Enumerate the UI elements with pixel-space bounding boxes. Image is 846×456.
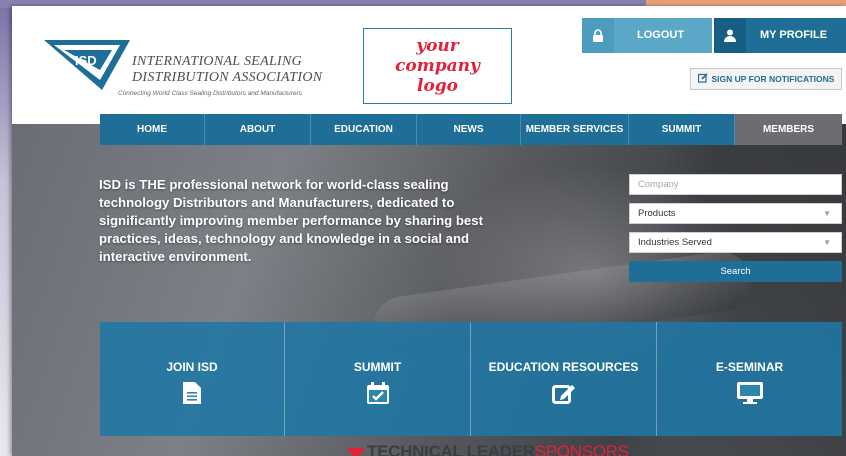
nav-about[interactable]: ABOUT	[205, 114, 311, 145]
nav-members[interactable]: MEMBERS	[735, 114, 842, 145]
edit-icon	[471, 382, 656, 404]
tile-education-resources[interactable]: EDUCATION RESOURCES	[471, 322, 657, 436]
sign-up-notifications-button[interactable]: SIGN UP FOR NOTIFICATIONS	[690, 68, 842, 90]
nav-summit[interactable]: SUMMIT	[629, 114, 735, 145]
products-select[interactable]: Products ▼	[629, 203, 842, 224]
industries-select-value: Industries Served	[638, 237, 712, 248]
sponsors-heading-part1: TECHNICAL LEADER	[367, 442, 535, 456]
tile-label: E-SEMINAR	[715, 360, 784, 374]
logo-line1: INTERNATIONAL SEALING	[132, 54, 303, 69]
logo-line2: DISTRIBUTION ASSOCIATION	[132, 70, 323, 85]
chevron-down-icon: ▼	[823, 209, 831, 218]
website-page: ISD INTERNATIONAL SEALING DISTRIBUTION A…	[12, 6, 846, 456]
tile-summit[interactable]: SUMMIT	[285, 322, 471, 436]
member-search-form: Company Products ▼ Industries Served ▼ S…	[629, 174, 842, 282]
industries-select[interactable]: Industries Served ▼	[629, 232, 842, 253]
chevron-down-icon: ▼	[823, 238, 831, 247]
isd-logo[interactable]: ISD INTERNATIONAL SEALING DISTRIBUTION A…	[42, 32, 322, 104]
logout-label: LOGOUT	[637, 29, 685, 41]
user-icon	[714, 18, 746, 53]
nav-news[interactable]: NEWS	[417, 114, 521, 145]
products-select-value: Products	[638, 208, 676, 219]
main-nav: HOME ABOUT EDUCATION NEWS MEMBER SERVICE…	[100, 114, 842, 145]
logo-abbr: ISD	[75, 53, 97, 68]
company-logo-text: your company logo	[395, 36, 480, 96]
tile-join-isd[interactable]: JOIN ISD	[100, 322, 285, 436]
edit-icon	[697, 73, 708, 85]
technical-leader-sponsors-heading: TECHNICAL LEADER SPONSORS	[347, 442, 629, 456]
nav-home[interactable]: HOME	[100, 114, 205, 145]
feature-tiles: JOIN ISD SUMMIT EDUCATION RESOURCES E-SE…	[100, 322, 842, 436]
my-profile-label: MY PROFILE	[760, 29, 828, 41]
lock-icon	[582, 18, 614, 53]
document-icon	[100, 382, 284, 404]
nav-education[interactable]: EDUCATION	[311, 114, 417, 145]
sponsors-heading-part2: SPONSORS	[534, 442, 629, 456]
tile-label: JOIN ISD	[166, 360, 218, 374]
nav-member-services[interactable]: MEMBER SERVICES	[521, 114, 629, 145]
calendar-check-icon	[285, 382, 470, 404]
hero-intro-text: ISD is THE professional network for worl…	[99, 177, 483, 264]
header: ISD INTERNATIONAL SEALING DISTRIBUTION A…	[12, 6, 846, 124]
tile-label: EDUCATION RESOURCES	[488, 360, 639, 374]
search-button[interactable]: Search	[629, 261, 842, 282]
company-logo-placeholder: your company logo	[363, 28, 512, 104]
logout-button[interactable]: LOGOUT	[582, 18, 712, 53]
tile-e-seminar[interactable]: E-SEMINAR	[657, 322, 842, 436]
my-profile-button[interactable]: MY PROFILE	[714, 18, 846, 53]
monitor-icon	[657, 382, 842, 404]
logo-tagline: Connecting World Class Sealing Distribut…	[118, 90, 302, 97]
tile-label: SUMMIT	[353, 360, 402, 374]
company-input[interactable]: Company	[629, 174, 842, 195]
sign-up-label: SIGN UP FOR NOTIFICATIONS	[711, 74, 835, 84]
red-triangle-icon	[347, 448, 365, 456]
